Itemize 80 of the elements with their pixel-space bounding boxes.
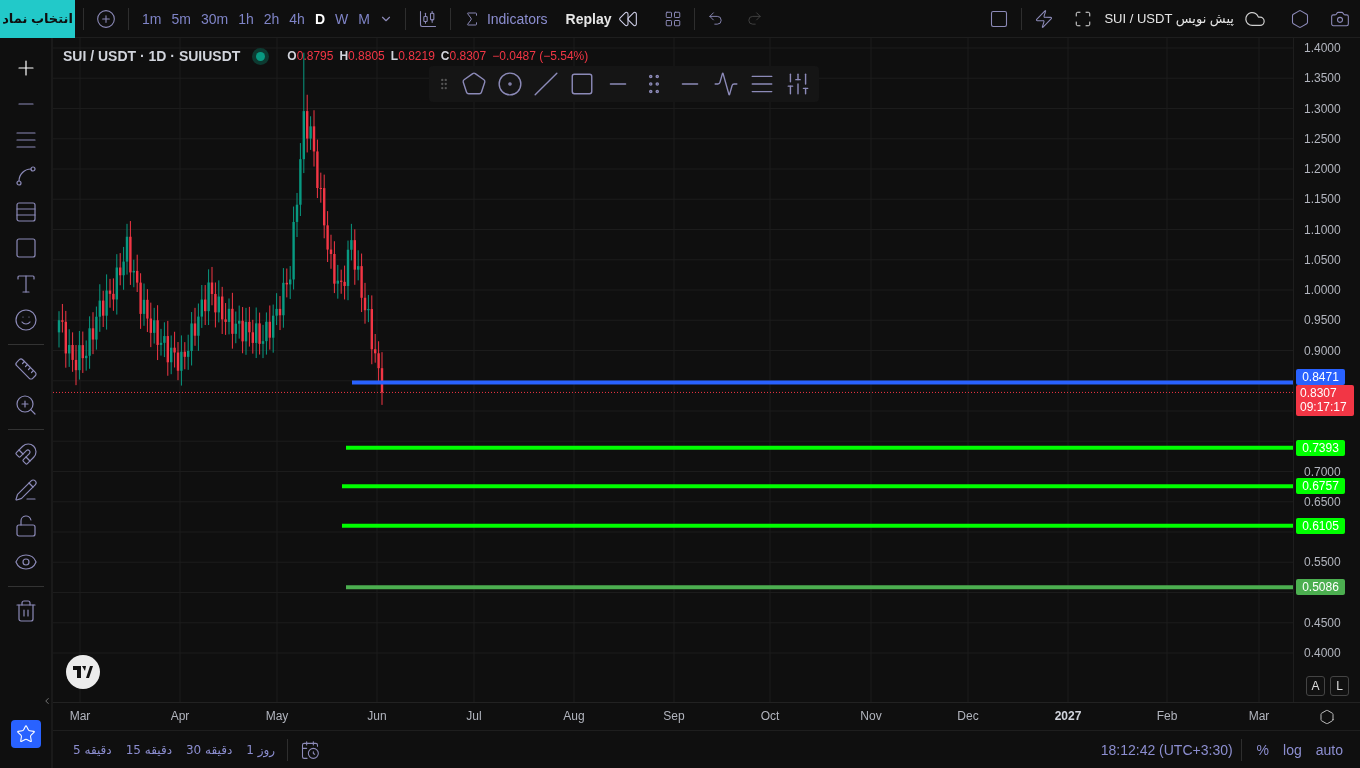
collapse-icon[interactable] bbox=[42, 696, 52, 706]
indicators-button[interactable]: Indicators bbox=[484, 6, 550, 31]
time-label: Mar bbox=[1248, 709, 1270, 723]
status-dot bbox=[256, 51, 266, 61]
interval-button[interactable]: 4h bbox=[284, 6, 310, 31]
interval-button[interactable]: 1h bbox=[233, 6, 259, 31]
line-icon[interactable] bbox=[533, 71, 559, 97]
price-label: 0.8471 bbox=[1296, 368, 1345, 385]
time-label: Nov bbox=[860, 709, 882, 723]
clock: 18:12:42 (UTC+3:30) bbox=[1100, 741, 1233, 758]
time-label: Sep bbox=[663, 709, 685, 723]
ohlc-label: H bbox=[339, 49, 349, 63]
favorites-button[interactable] bbox=[10, 720, 41, 748]
ohlc-value: 0.8307 bbox=[449, 49, 487, 63]
interval-button[interactable]: M bbox=[353, 6, 375, 31]
scale-option[interactable]: log bbox=[1276, 741, 1309, 758]
range-button[interactable]: 1 روز bbox=[242, 742, 280, 757]
star-icon bbox=[15, 724, 36, 744]
interval-button[interactable]: 1m bbox=[137, 6, 167, 31]
interval-button[interactable]: W bbox=[330, 6, 354, 31]
price-label: 0.6757 bbox=[1296, 478, 1345, 495]
change-value: −0.0487 (−5.54%) bbox=[492, 49, 589, 63]
price-tick: 0.9500 bbox=[1304, 313, 1341, 328]
horizontal-line[interactable] bbox=[346, 585, 1293, 590]
ohlc-label: O bbox=[287, 49, 297, 63]
polyline-icon[interactable] bbox=[713, 71, 739, 97]
price-tick: 0.7000 bbox=[1304, 464, 1341, 479]
scale-button[interactable]: A bbox=[1306, 676, 1325, 696]
layout-name[interactable]: SUI / USDT پیش نویس bbox=[1104, 11, 1234, 26]
price-tick: 0.4000 bbox=[1304, 646, 1341, 660]
price-tick: 1.1500 bbox=[1304, 192, 1341, 207]
range-button[interactable]: 15 دقیقه bbox=[121, 742, 176, 757]
range-button[interactable]: 5 دقیقه bbox=[69, 742, 116, 757]
price-tick: 1.0500 bbox=[1304, 252, 1341, 267]
price-tick: 1.0000 bbox=[1304, 283, 1341, 297]
scale-option[interactable]: auto bbox=[1308, 741, 1350, 758]
polygon-icon[interactable] bbox=[461, 71, 487, 97]
price-tick: 1.4000 bbox=[1304, 41, 1341, 55]
time-label: 2027 bbox=[1054, 709, 1082, 723]
price-tick: 0.5500 bbox=[1304, 555, 1341, 570]
current-price: 0.8307 bbox=[1300, 386, 1338, 400]
ohlc-value: 0.8219 bbox=[398, 49, 435, 63]
price-tick: 1.3500 bbox=[1304, 71, 1341, 86]
time-label: Dec bbox=[957, 709, 979, 723]
sliders-icon[interactable] bbox=[785, 71, 811, 97]
scale-option[interactable]: % bbox=[1249, 741, 1277, 758]
price-tick: 1.2500 bbox=[1304, 131, 1341, 146]
rectangle-icon[interactable] bbox=[569, 71, 595, 97]
symbol-title: SUI / USDT · 1D · SUIUSDT bbox=[63, 48, 241, 64]
ohlc-label: L bbox=[390, 49, 399, 63]
circle-icon[interactable] bbox=[497, 71, 523, 97]
price-tick: 0.4500 bbox=[1304, 615, 1341, 630]
price-tick: 1.1000 bbox=[1304, 222, 1341, 237]
time-label: Aug bbox=[563, 709, 585, 723]
price-tick: 1.2000 bbox=[1304, 162, 1341, 176]
price-tick: 1.3000 bbox=[1304, 101, 1341, 116]
replay-button[interactable]: Replay bbox=[563, 6, 614, 31]
interval-button[interactable]: D bbox=[309, 6, 330, 31]
scale-button[interactable]: L bbox=[1330, 676, 1349, 696]
time-label: Feb bbox=[1156, 709, 1178, 723]
ohlc-value: 0.8795 bbox=[296, 49, 334, 63]
range-button[interactable]: 30 دقیقه bbox=[182, 742, 237, 757]
time-label: Jul bbox=[466, 709, 482, 723]
price-label: 0.6105 bbox=[1296, 517, 1345, 534]
time-label: Oct bbox=[760, 709, 780, 723]
price-label: 0.7393 bbox=[1296, 439, 1345, 456]
bar-countdown: 09:17:17 bbox=[1300, 400, 1348, 414]
price-tick: 0.6500 bbox=[1304, 494, 1341, 509]
ohlc-label: C bbox=[440, 49, 450, 63]
time-label: May bbox=[265, 709, 289, 723]
time-label: Jun bbox=[367, 709, 387, 723]
ohlc-value: 0.8805 bbox=[348, 49, 385, 63]
time-label: Mar bbox=[69, 709, 91, 723]
interval-button[interactable]: 5m bbox=[166, 6, 196, 31]
interval-button[interactable]: 30m bbox=[195, 6, 234, 31]
time-label: Apr bbox=[170, 709, 190, 723]
interval-button[interactable]: 2h bbox=[258, 6, 285, 31]
symbol-search-button[interactable]: انتخاب نماد bbox=[0, 0, 75, 38]
price-label: 0.5086 bbox=[1296, 579, 1345, 596]
price-tick: 0.9000 bbox=[1304, 343, 1341, 358]
